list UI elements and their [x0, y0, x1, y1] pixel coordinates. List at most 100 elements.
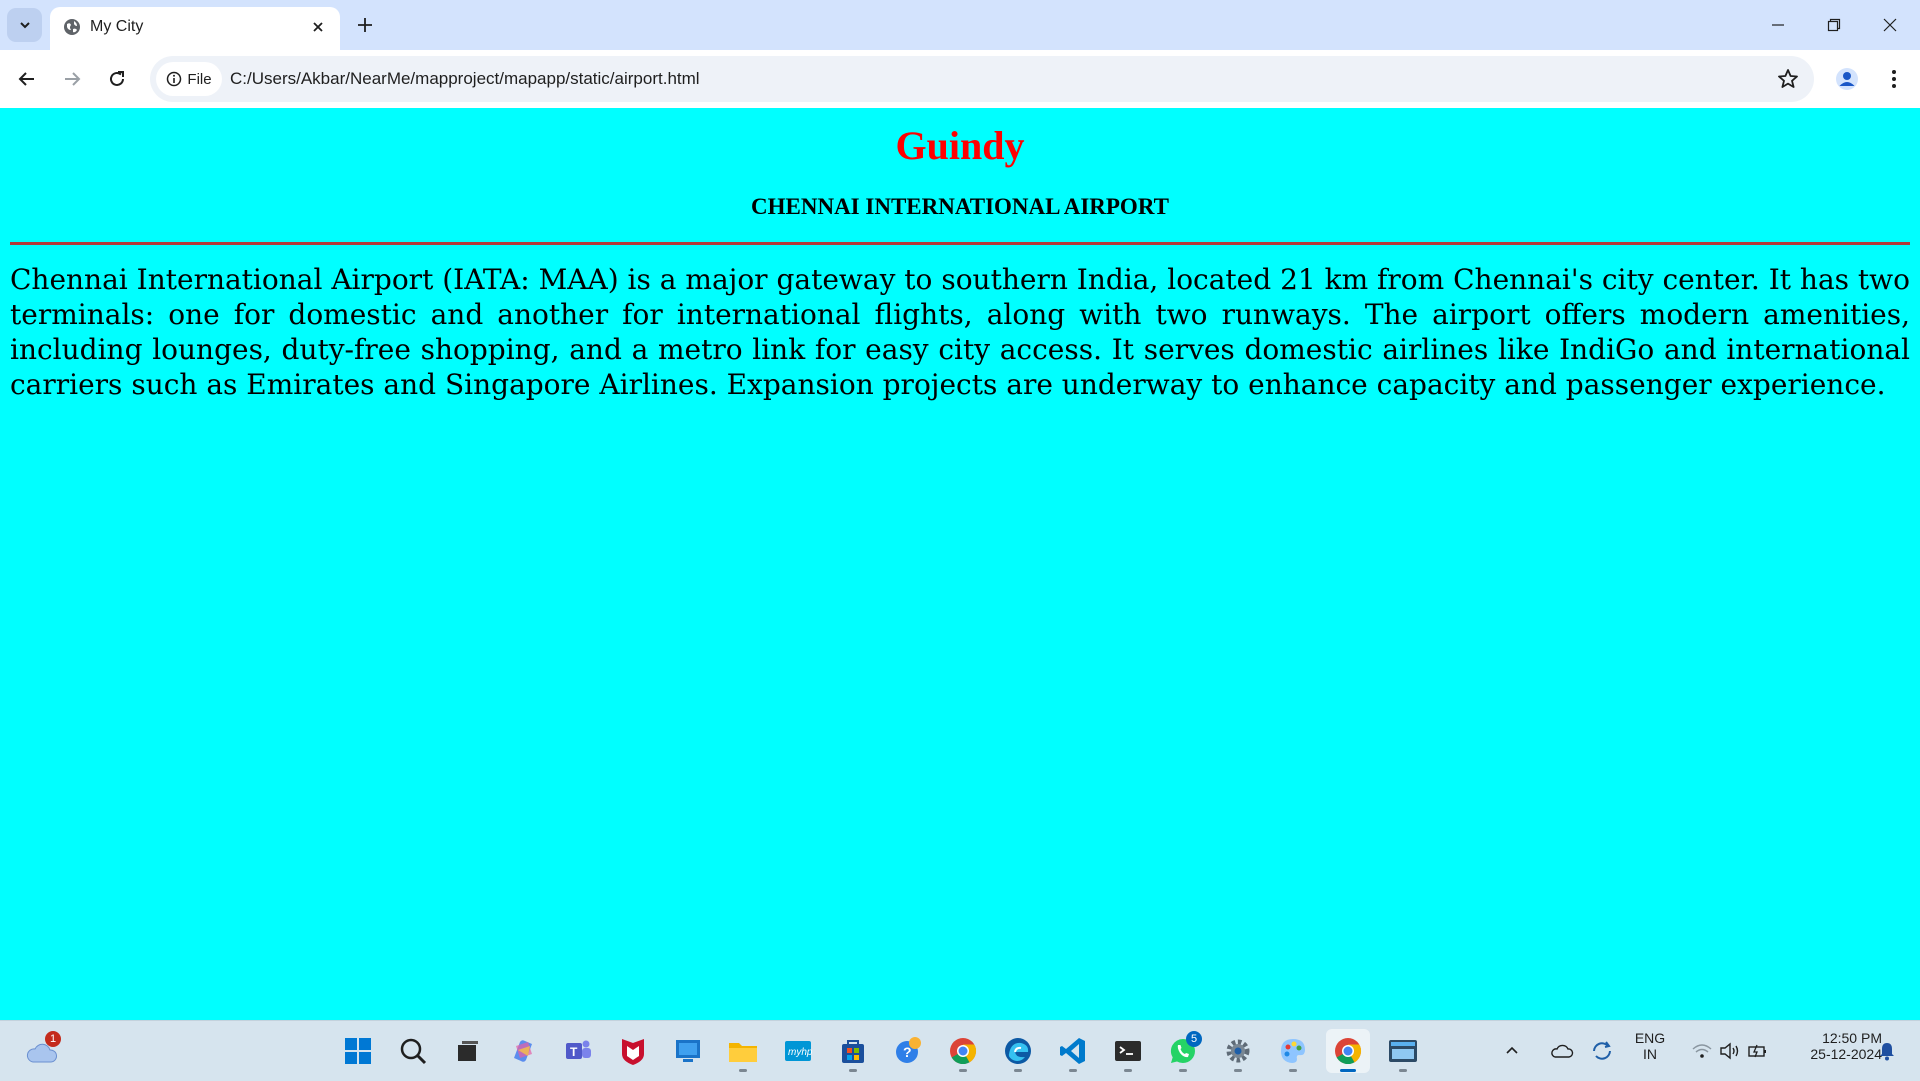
show-hidden-icons-button[interactable] — [1501, 1029, 1523, 1073]
url-text[interactable]: C:/Users/Akbar/NearMe/mapproject/mapapp/… — [230, 69, 700, 89]
teams-icon: T — [566, 1040, 591, 1059]
active-indicator — [1340, 1069, 1356, 1072]
edge-button[interactable] — [996, 1029, 1040, 1073]
whatsapp-badge: 5 — [1186, 1031, 1202, 1047]
horizontal-rule — [10, 242, 1910, 245]
running-indicator — [1124, 1069, 1132, 1072]
running-indicator — [1069, 1069, 1077, 1072]
mcafee-button[interactable] — [611, 1029, 655, 1073]
onedrive-button[interactable] — [1547, 1029, 1577, 1073]
myhp-button[interactable]: myhp — [776, 1029, 820, 1073]
close-window-button[interactable] — [1862, 0, 1918, 50]
windows-start-icon — [345, 1038, 371, 1064]
plus-icon — [358, 18, 372, 32]
svg-text:?: ? — [903, 1044, 912, 1060]
edge-icon — [1005, 1038, 1031, 1064]
file-explorer-button[interactable] — [721, 1029, 765, 1073]
clock[interactable]: 12:50 PM 25-12-2024 — [1782, 1030, 1882, 1062]
svg-text:myhp: myhp — [788, 1047, 813, 1058]
browser-menu-button[interactable] — [1877, 62, 1911, 96]
minimize-icon — [1772, 24, 1784, 26]
page-subheading: CHENNAI INTERNATIONAL AIRPORT — [751, 194, 1169, 219]
keyboard-app-button[interactable] — [1381, 1029, 1425, 1073]
running-indicator — [959, 1069, 967, 1072]
globe-icon — [64, 19, 80, 35]
paint-palette-icon — [1281, 1039, 1305, 1063]
settings-button[interactable] — [1216, 1029, 1260, 1073]
task-view-button[interactable] — [446, 1029, 490, 1073]
chrome-icon — [1335, 1038, 1362, 1065]
site-chip-label: File — [187, 70, 212, 88]
page-content: Guindy CHENNAI INTERNATIONAL AIRPORT Che… — [0, 108, 1920, 1020]
kebab-menu-icon — [1892, 70, 1896, 88]
store-bag-icon — [842, 1040, 864, 1063]
site-info-chip[interactable]: File — [156, 62, 222, 96]
battery-charging-icon — [1748, 1044, 1766, 1058]
store-button[interactable] — [831, 1029, 875, 1073]
chrome-active-button[interactable] — [1326, 1029, 1370, 1073]
terminal-icon — [1115, 1041, 1141, 1061]
address-bar[interactable]: File C:/Users/Akbar/NearMe/mapproject/ma… — [150, 56, 1814, 102]
profile-button[interactable] — [1830, 62, 1864, 96]
chrome-icon — [950, 1038, 977, 1065]
chrome-button[interactable] — [941, 1029, 985, 1073]
region-code: IN — [1643, 1046, 1657, 1062]
running-indicator — [1399, 1069, 1407, 1072]
sync-icon — [1593, 1041, 1611, 1060]
get-help-button[interactable]: ? — [886, 1029, 930, 1073]
language-indicator[interactable]: ENG IN — [1630, 1030, 1670, 1062]
terminal-button[interactable] — [1106, 1029, 1150, 1073]
quick-settings-button[interactable] — [1680, 1029, 1780, 1073]
restore-icon — [1827, 18, 1841, 32]
restore-button[interactable] — [1806, 0, 1862, 50]
copilot-icon — [514, 1040, 532, 1062]
arrow-right-icon — [65, 72, 81, 86]
back-button[interactable] — [10, 62, 44, 96]
tab-my-city[interactable]: My City — [50, 7, 340, 50]
tab-close-button[interactable] — [306, 15, 330, 39]
whatsapp-button[interactable]: 5 — [1161, 1029, 1205, 1073]
weather-badge: 1 — [45, 1031, 61, 1047]
chevron-down-icon — [19, 22, 30, 29]
paint-button[interactable] — [1271, 1029, 1315, 1073]
search-button[interactable] — [391, 1029, 435, 1073]
new-tab-button[interactable] — [352, 12, 378, 38]
remote-desktop-button[interactable] — [666, 1029, 710, 1073]
vscode-icon — [1060, 1038, 1085, 1064]
vscode-button[interactable] — [1051, 1029, 1095, 1073]
arrow-left-icon — [18, 72, 34, 86]
notifications-button[interactable] — [1872, 1029, 1902, 1073]
copilot-button[interactable] — [501, 1029, 545, 1073]
clock-date: 25-12-2024 — [1810, 1046, 1882, 1062]
gear-icon — [1226, 1039, 1250, 1063]
running-indicator — [1014, 1069, 1022, 1072]
start-button[interactable] — [336, 1029, 380, 1073]
minimize-button[interactable] — [1750, 0, 1806, 50]
clock-time: 12:50 PM — [1822, 1030, 1882, 1046]
tab-search-button[interactable] — [7, 8, 42, 42]
reload-icon — [110, 71, 124, 86]
chevron-up-icon — [1506, 1046, 1518, 1054]
running-indicator — [1234, 1069, 1242, 1072]
close-icon — [313, 22, 323, 32]
close-icon — [1883, 18, 1897, 32]
tab-title: My City — [90, 18, 144, 35]
windows-taskbar: 1 T myhp ? 5 ENG IN 12:50 PM 25-12-2024 — [0, 1020, 1920, 1081]
bookmark-star-icon[interactable] — [1776, 67, 1800, 91]
weather-widget[interactable]: 1 — [20, 1029, 64, 1073]
volume-icon — [1720, 1042, 1739, 1060]
search-icon — [400, 1038, 427, 1065]
svg-text:T: T — [570, 1045, 578, 1059]
reload-button[interactable] — [100, 62, 134, 96]
running-indicator — [1289, 1069, 1297, 1072]
forward-button[interactable] — [55, 62, 89, 96]
folder-icon — [729, 1043, 757, 1062]
task-view-icon — [458, 1041, 478, 1061]
teams-button[interactable]: T — [556, 1029, 600, 1073]
page-heading: Guindy — [895, 123, 1025, 168]
onedrive-cloud-icon — [1551, 1044, 1574, 1058]
language-code: ENG — [1634, 1030, 1666, 1046]
sync-button[interactable] — [1587, 1029, 1617, 1073]
running-indicator — [1179, 1069, 1187, 1072]
info-icon — [167, 71, 182, 87]
